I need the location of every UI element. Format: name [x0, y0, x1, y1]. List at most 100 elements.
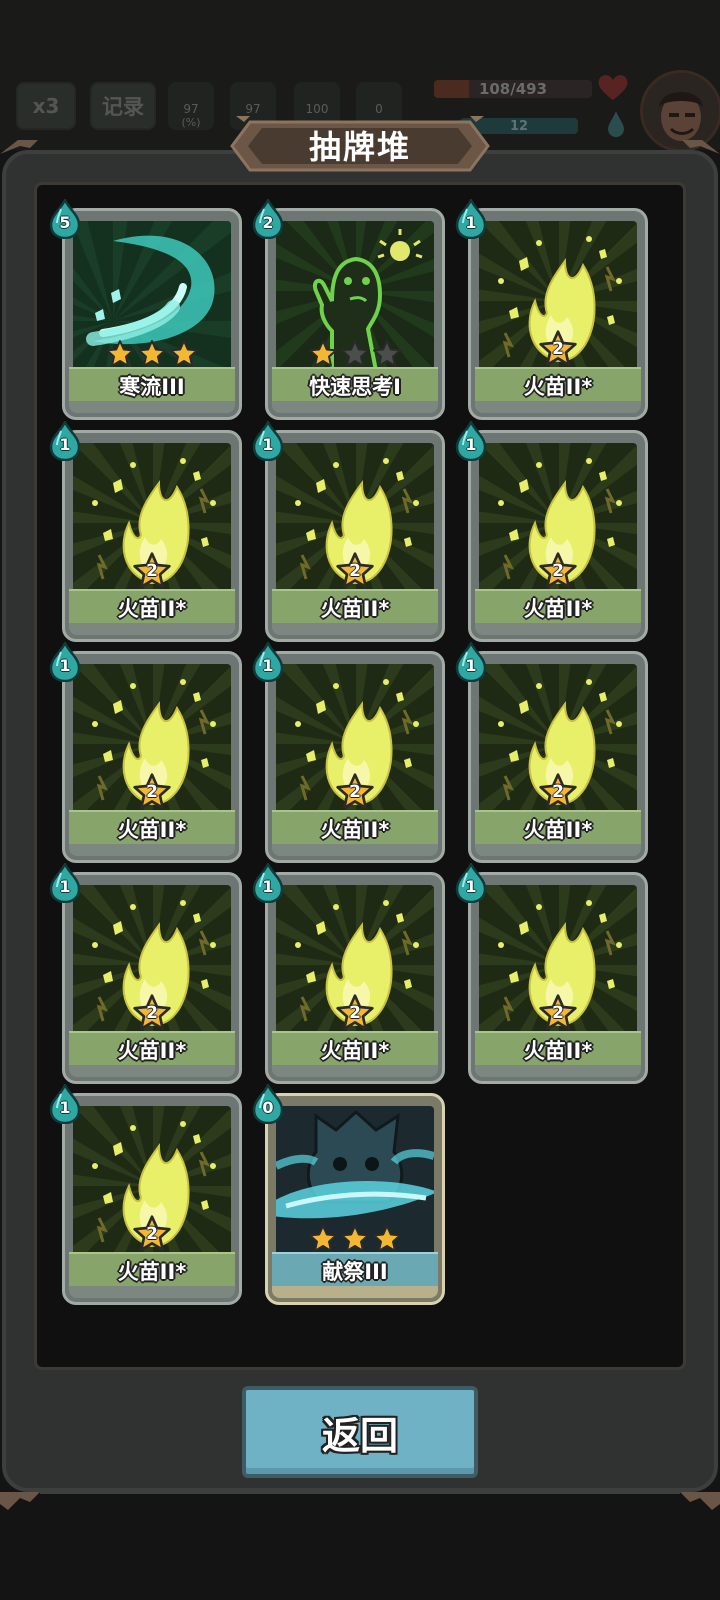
card-level-badge: 2	[335, 551, 375, 591]
card-cold[interactable]: 寒流III 5	[49, 199, 242, 420]
record-button[interactable]: 记录	[90, 82, 156, 130]
card-level: 2	[552, 561, 564, 581]
card-flame[interactable]: 2 火苗II* 1	[49, 642, 242, 863]
card-name: 火苗II*	[475, 367, 641, 403]
card-flame[interactable]: 2 火苗II* 1	[252, 863, 445, 1084]
drop-icon	[608, 111, 624, 137]
card-foot	[69, 844, 235, 856]
card-cost-badge: 1	[49, 1084, 81, 1124]
card-level-badge: 2	[538, 772, 578, 812]
star-empty-icon	[341, 340, 369, 367]
card-level: 2	[552, 782, 564, 802]
card-flame[interactable]: 2 火苗II* 1	[49, 863, 242, 1084]
star-filled-icon	[309, 340, 337, 367]
card-cost: 1	[262, 656, 274, 675]
card-foot	[272, 623, 438, 635]
card-level-badge: 2	[132, 551, 172, 591]
card-cost-badge: 1	[455, 199, 487, 239]
card-foot	[272, 401, 438, 413]
card-cost-badge: 1	[455, 421, 487, 461]
card-cost-badge: 1	[252, 642, 284, 682]
card-cost-badge: 1	[49, 863, 81, 903]
hp-bar-fill	[434, 80, 469, 98]
card-level-badge: 2	[335, 993, 375, 1033]
card-level-badge: 2	[538, 551, 578, 591]
card-cost-badge: 2	[252, 199, 284, 239]
card-level: 2	[349, 782, 361, 802]
card-star-rating	[65, 339, 239, 369]
card-cost: 5	[59, 213, 71, 232]
card-name: 火苗II*	[475, 810, 641, 846]
star-empty-icon	[373, 340, 401, 367]
card-flame[interactable]: 2 火苗II* 1	[455, 863, 648, 1084]
star-filled-icon	[138, 340, 166, 367]
card-foot	[69, 401, 235, 413]
stat-accuracy: 97 (%)	[168, 82, 214, 130]
card-foot	[69, 1065, 235, 1077]
card-level: 2	[146, 1224, 158, 1244]
stat-4-value: 0	[375, 102, 383, 116]
card-star-rating	[268, 1224, 442, 1254]
card-think[interactable]: 快速思考I 2	[252, 199, 445, 420]
card-cost-badge: 1	[49, 642, 81, 682]
card-name: 火苗II*	[272, 1031, 438, 1067]
card-name: 献祭III	[272, 1252, 438, 1288]
star-filled-icon	[170, 340, 198, 367]
card-flame[interactable]: 2 火苗II* 1	[455, 642, 648, 863]
card-flame[interactable]: 2 火苗II* 1	[455, 199, 648, 420]
card-level-badge: 2	[335, 772, 375, 812]
panel-title: 抽牌堆	[308, 128, 411, 166]
card-name: 火苗II*	[475, 589, 641, 625]
card-sacrifice[interactable]: 献祭III 0	[252, 1084, 445, 1305]
card-cost: 1	[465, 656, 477, 675]
card-level: 2	[146, 1003, 158, 1023]
card-cost: 1	[465, 213, 477, 232]
card-cost-badge: 1	[252, 421, 284, 461]
card-flame[interactable]: 2 火苗II* 1	[252, 421, 445, 642]
speed-button[interactable]: x3	[16, 82, 76, 130]
energy-text: 12	[509, 118, 529, 134]
card-foot	[475, 401, 641, 413]
card-level-badge: 2	[132, 1214, 172, 1254]
card-cost: 1	[59, 656, 71, 675]
card-name: 火苗II*	[69, 810, 235, 846]
card-level: 2	[146, 782, 158, 802]
card-foot	[69, 1286, 235, 1298]
card-flame[interactable]: 2 火苗II* 1	[49, 421, 242, 642]
card-level: 2	[349, 1003, 361, 1023]
card-cost-badge: 1	[455, 642, 487, 682]
card-foot	[475, 1065, 641, 1077]
card-cost: 1	[59, 1098, 71, 1117]
card-cost-badge: 0	[252, 1084, 284, 1124]
card-flame[interactable]: 2 火苗II* 1	[455, 421, 648, 642]
card-level-badge: 2	[132, 772, 172, 812]
card-name: 寒流III	[69, 367, 235, 403]
card-name: 火苗II*	[69, 1031, 235, 1067]
card-foot	[475, 844, 641, 856]
card-level: 2	[349, 561, 361, 581]
card-level: 2	[552, 339, 564, 359]
card-flame[interactable]: 2 火苗II* 1	[252, 642, 445, 863]
card-name: 火苗II*	[69, 589, 235, 625]
card-cost-badge: 5	[49, 199, 81, 239]
card-cost: 1	[262, 435, 274, 454]
stat-accuracy-value: 97	[183, 102, 199, 116]
card-cost: 2	[262, 213, 274, 232]
card-name: 火苗II*	[272, 810, 438, 846]
card-level-badge: 2	[132, 993, 172, 1033]
card-flame[interactable]: 2 火苗II* 1	[49, 1084, 242, 1305]
card-name: 火苗II*	[272, 589, 438, 625]
card-star-rating	[268, 339, 442, 369]
card-name: 火苗II*	[475, 1031, 641, 1067]
card-grid-area[interactable]: 寒流III 5 快速思考I 2 2 火苗II* 1 2 火苗II* 1 2 火苗…	[34, 182, 686, 1370]
card-foot	[69, 623, 235, 635]
card-cost: 0	[262, 1098, 274, 1117]
card-cost: 1	[262, 877, 274, 896]
star-filled-icon	[341, 1225, 369, 1252]
panel-bottom-ornament	[0, 1491, 720, 1510]
card-cost: 1	[465, 435, 477, 454]
return-button[interactable]: 返回	[242, 1386, 478, 1478]
stat-3-value: 100	[305, 102, 329, 116]
card-cost-badge: 1	[49, 421, 81, 461]
card-foot	[272, 844, 438, 856]
